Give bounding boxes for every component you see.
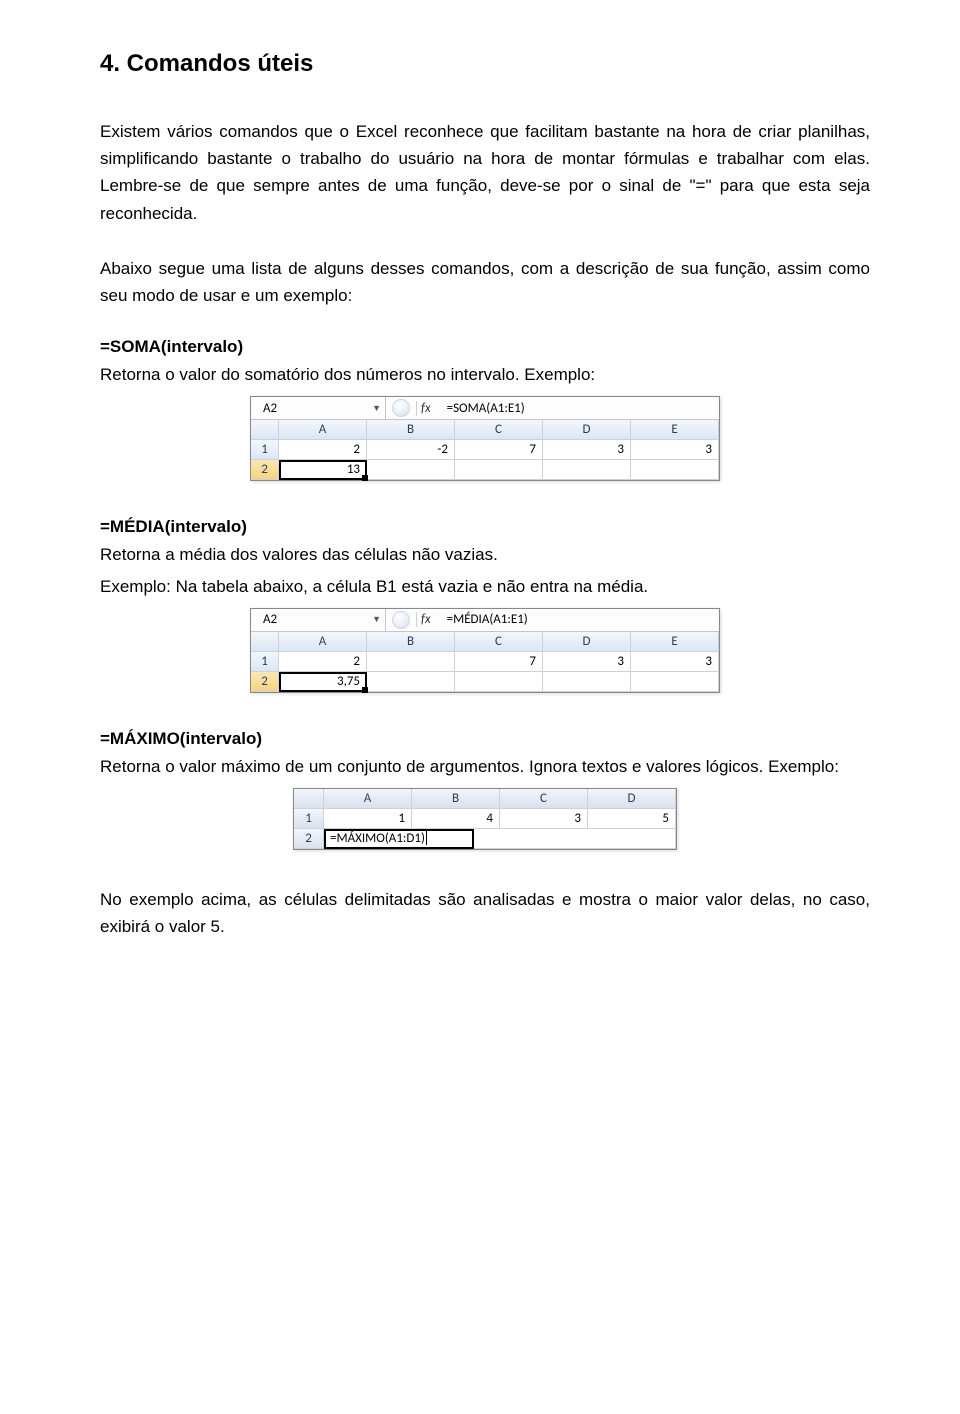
col-header-b[interactable]: B (412, 789, 500, 809)
dropdown-icon: ▼ (372, 403, 381, 414)
col-header-a[interactable]: A (324, 789, 412, 809)
maximo-excel-screenshot: A B C D 1 1 4 3 5 2 =MÁXIMO(A1:D1) (293, 788, 677, 850)
maximo-closing: No exemplo acima, as células delimitadas… (100, 886, 870, 940)
cell[interactable] (455, 460, 543, 480)
cell[interactable]: 7 (455, 652, 543, 672)
cell[interactable]: 3 (543, 440, 631, 460)
fx-button-icon (392, 399, 410, 417)
select-all-corner[interactable] (251, 632, 279, 652)
row-header-2[interactable]: 2 (294, 829, 324, 849)
cell[interactable]: 4 (412, 809, 500, 829)
select-all-corner[interactable] (294, 789, 324, 809)
cell[interactable]: 3 (631, 652, 719, 672)
cell-selected[interactable]: 13 (279, 460, 367, 480)
cell-formula: =MÁXIMO(A1:D1) (330, 831, 425, 846)
col-header-c[interactable]: C (500, 789, 588, 809)
media-excel-screenshot: A2 ▼ fx =MÉDIA(A1:E1) A B C D E 1 2 (250, 608, 720, 693)
text-cursor-icon (426, 831, 427, 845)
col-header-c[interactable]: C (455, 420, 543, 440)
col-header-e[interactable]: E (631, 632, 719, 652)
name-box[interactable]: A2 ▼ (251, 397, 386, 419)
fx-button-icon (392, 611, 410, 629)
cell[interactable] (455, 672, 543, 692)
dropdown-icon: ▼ (372, 614, 381, 625)
select-all-corner[interactable] (251, 420, 279, 440)
name-box[interactable]: A2 ▼ (251, 609, 386, 631)
col-header-d[interactable]: D (588, 789, 676, 809)
maximo-description: Retorna o valor máximo de um conjunto de… (100, 753, 870, 780)
formula-bar[interactable]: fx =MÉDIA(A1:E1) (386, 609, 719, 631)
col-header-d[interactable]: D (543, 420, 631, 440)
soma-excel-screenshot: A2 ▼ fx =SOMA(A1:E1) A B C D E 1 2 -2 (250, 396, 720, 481)
soma-description: Retorna o valor do somatório dos números… (100, 361, 870, 388)
col-header-e[interactable]: E (631, 420, 719, 440)
media-description-2: Exemplo: Na tabela abaixo, a célula B1 e… (100, 573, 870, 600)
soma-heading: =SOMA(intervalo) (100, 337, 870, 357)
row-header-2[interactable]: 2 (251, 460, 279, 480)
cell-editing[interactable]: =MÁXIMO(A1:D1) (324, 829, 676, 849)
cell[interactable] (631, 672, 719, 692)
cell[interactable] (367, 652, 455, 672)
media-description-1: Retorna a média dos valores das células … (100, 541, 870, 568)
cell[interactable]: 3 (500, 809, 588, 829)
cell[interactable] (367, 460, 455, 480)
row-header-2[interactable]: 2 (251, 672, 279, 692)
cell[interactable]: 7 (455, 440, 543, 460)
media-heading: =MÉDIA(intervalo) (100, 517, 870, 537)
name-box-value: A2 (263, 401, 277, 416)
cell[interactable] (543, 672, 631, 692)
cell[interactable] (631, 460, 719, 480)
col-header-a[interactable]: A (279, 632, 367, 652)
formula-text: =MÉDIA(A1:E1) (441, 612, 528, 627)
cell-selected[interactable]: 3,75 (279, 672, 367, 692)
cell[interactable]: 5 (588, 809, 676, 829)
cell[interactable]: 1 (324, 809, 412, 829)
fx-label: fx (416, 401, 435, 416)
cell[interactable]: 3 (631, 440, 719, 460)
formula-text: =SOMA(A1:E1) (441, 401, 525, 416)
maximo-heading: =MÁXIMO(intervalo) (100, 729, 870, 749)
col-header-c[interactable]: C (455, 632, 543, 652)
col-header-b[interactable]: B (367, 632, 455, 652)
cell[interactable] (543, 460, 631, 480)
name-box-value: A2 (263, 612, 277, 627)
col-header-a[interactable]: A (279, 420, 367, 440)
cell[interactable] (367, 672, 455, 692)
section-title: 4. Comandos úteis (100, 50, 870, 78)
row-header-1[interactable]: 1 (294, 809, 324, 829)
col-header-b[interactable]: B (367, 420, 455, 440)
intro-paragraph-1: Existem vários comandos que o Excel reco… (100, 118, 870, 227)
cell[interactable]: 2 (279, 440, 367, 460)
cell[interactable]: 3 (543, 652, 631, 672)
row-header-1[interactable]: 1 (251, 652, 279, 672)
intro-paragraph-2: Abaixo segue uma lista de alguns desses … (100, 255, 870, 309)
formula-bar[interactable]: fx =SOMA(A1:E1) (386, 397, 719, 419)
cell[interactable]: 2 (279, 652, 367, 672)
cell[interactable]: -2 (367, 440, 455, 460)
fx-label: fx (416, 612, 435, 627)
row-header-1[interactable]: 1 (251, 440, 279, 460)
col-header-d[interactable]: D (543, 632, 631, 652)
